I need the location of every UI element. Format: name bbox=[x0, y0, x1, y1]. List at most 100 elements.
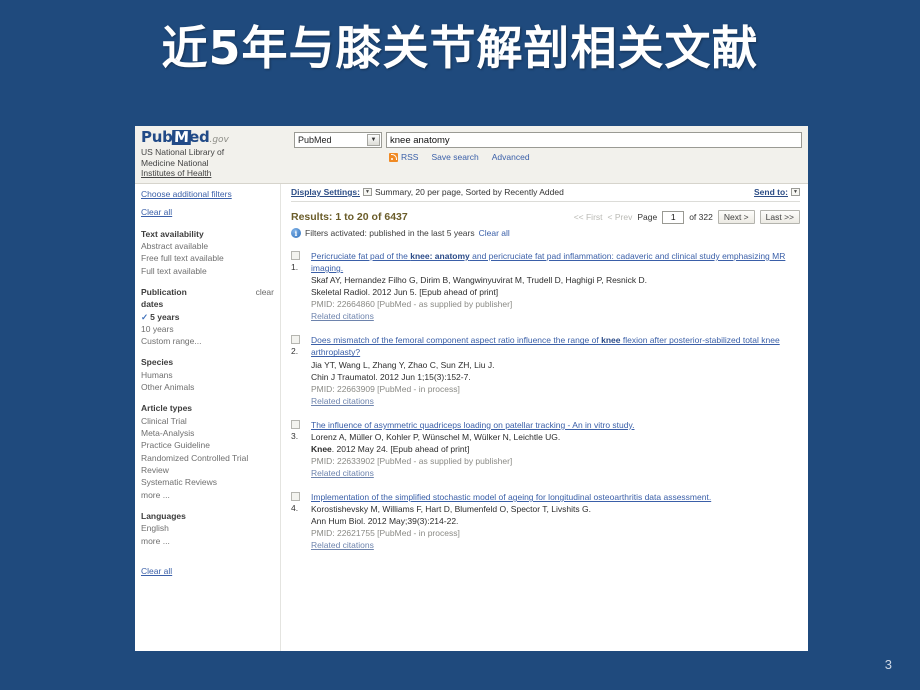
search-zone: PubMed ▼ knee anatomy RSS Save search Ad… bbox=[286, 130, 802, 180]
clear-all-link-top[interactable]: Clear all bbox=[141, 206, 274, 218]
display-settings-control[interactable]: Display Settings: ▼ Summary, 20 per page… bbox=[291, 187, 564, 197]
result-title-pre: Pericruciate fat pad of the bbox=[311, 251, 411, 261]
chevron-down-icon[interactable]: ▼ bbox=[362, 188, 372, 196]
search-links: RSS Save search Advanced bbox=[389, 152, 802, 162]
pubmed-screenshot: PubMed.gov US National Library of Medici… bbox=[135, 126, 808, 651]
related-citations-link[interactable]: Related citations bbox=[311, 539, 800, 551]
filter-item-full-text-available[interactable]: Full text available bbox=[141, 265, 274, 277]
filters-activated-notice: i Filters activated: published in the la… bbox=[291, 228, 800, 238]
filter-heading: Publication dates clear bbox=[141, 286, 274, 311]
filters-activated-text: Filters activated: published in the last… bbox=[305, 228, 475, 238]
first-page-button: << First bbox=[573, 212, 603, 222]
filter-item-meta-analysis[interactable]: Meta-Analysis bbox=[141, 427, 274, 439]
result-checkbox[interactable] bbox=[291, 335, 300, 345]
filter-item-languages-more[interactable]: more ... bbox=[141, 535, 274, 547]
result-authors: Jia YT, Wang L, Zhang Y, Zhao C, Sun ZH,… bbox=[311, 359, 495, 370]
result-journal-text: Chin J Traumatol. 2012 Jun 1;15(3):152-7… bbox=[311, 371, 471, 382]
clear-publication-dates-link[interactable]: clear bbox=[256, 286, 274, 298]
advanced-search-link[interactable]: Advanced bbox=[492, 152, 530, 162]
page-number-input[interactable]: 1 bbox=[662, 210, 685, 224]
result-title-link[interactable]: The influence of asymmetric quadriceps l… bbox=[311, 419, 800, 431]
filter-item-article-types-more[interactable]: more ... bbox=[141, 489, 274, 501]
result-content: Implementation of the simplified stochas… bbox=[311, 491, 800, 551]
result-number: 4. bbox=[291, 503, 299, 514]
filter-item-abstract-available[interactable]: Abstract available bbox=[141, 240, 274, 252]
related-citations-link[interactable]: Related citations bbox=[311, 310, 800, 322]
filter-heading-label: Languages bbox=[141, 510, 186, 521]
logo-pub-text: Pub bbox=[141, 128, 173, 146]
filter-item-review[interactable]: Review bbox=[141, 464, 274, 476]
last-page-button[interactable]: Last >> bbox=[759, 210, 800, 224]
rss-label: RSS bbox=[401, 152, 419, 162]
clear-all-link-bottom[interactable]: Clear all bbox=[141, 565, 274, 577]
save-search-link[interactable]: Save search bbox=[431, 152, 478, 162]
filter-item-5-years[interactable]: 5 years bbox=[149, 311, 274, 323]
send-to-control[interactable]: Send to: ▼ bbox=[754, 187, 800, 197]
result-authors: Korostishevsky M, Williams F, Hart D, Bl… bbox=[311, 504, 591, 515]
rss-link[interactable]: RSS bbox=[389, 152, 418, 162]
search-input-value: knee anatomy bbox=[390, 134, 450, 146]
related-citations-link[interactable]: Related citations bbox=[311, 467, 800, 479]
filter-heading: Article types bbox=[141, 402, 274, 414]
filter-group-species: Species Humans Other Animals bbox=[141, 356, 274, 393]
result-number: 2. bbox=[291, 346, 299, 357]
database-select-value: PubMed bbox=[298, 135, 332, 145]
database-select[interactable]: PubMed ▼ bbox=[294, 132, 382, 148]
result-authors: Skaf AY, Hernandez Filho G, Dirim B, Wan… bbox=[311, 275, 648, 286]
filter-heading: Species bbox=[141, 356, 274, 368]
result-journal-text: Skeletal Radiol. 2012 Jun 5. [Epub ahead… bbox=[311, 287, 499, 298]
result-gutter: 1. bbox=[291, 250, 311, 322]
result-title-pre: Implementation of the simplified stochas… bbox=[311, 492, 712, 503]
display-settings-label: Display Settings: bbox=[291, 187, 360, 197]
filter-item-practice-guideline[interactable]: Practice Guideline bbox=[141, 439, 274, 451]
filter-item-other-animals[interactable]: Other Animals bbox=[141, 381, 274, 393]
result-title-link[interactable]: Pericruciate fat pad of the knee: anatom… bbox=[311, 250, 800, 274]
filter-item-systematic-reviews[interactable]: Systematic Reviews bbox=[141, 476, 274, 488]
pagination: << First < Prev Page 1 of 322 Next > Las… bbox=[574, 210, 800, 224]
result-item: 3. The influence of asymmetric quadricep… bbox=[291, 419, 800, 479]
result-checkbox[interactable] bbox=[291, 419, 300, 429]
filter-item-english[interactable]: English bbox=[141, 522, 274, 534]
result-title-highlight: knee bbox=[601, 335, 621, 346]
filter-item-clinical-trial[interactable]: Clinical Trial bbox=[141, 415, 274, 427]
filter-item-custom-range[interactable]: Custom range... bbox=[141, 335, 274, 347]
result-title-link[interactable]: Implementation of the simplified stochas… bbox=[311, 491, 800, 503]
result-number: 1. bbox=[291, 262, 299, 272]
search-input[interactable]: knee anatomy bbox=[386, 132, 802, 148]
total-pages-label: of 322 bbox=[689, 212, 713, 222]
result-checkbox[interactable] bbox=[291, 251, 300, 260]
filter-item-humans[interactable]: Humans bbox=[141, 369, 274, 381]
logo-gov-suffix: .gov bbox=[209, 135, 229, 145]
filter-heading: Languages bbox=[141, 510, 274, 522]
result-content: Does mismatch of the femoral component a… bbox=[311, 334, 800, 406]
result-journal: Chin J Traumatol. 2012 Jun 1;15(3):152-7… bbox=[311, 371, 800, 383]
result-journal: Ann Hum Biol. 2012 May;39(3):214-22. bbox=[311, 515, 800, 527]
filter-item-10-years[interactable]: 10 years bbox=[141, 323, 274, 335]
result-item: 1. Pericruciate fat pad of the knee: ana… bbox=[291, 250, 800, 322]
results-panel: Display Settings: ▼ Summary, 20 per page… bbox=[280, 184, 808, 651]
related-citations-link[interactable]: Related citations bbox=[311, 395, 800, 407]
choose-additional-filters-link[interactable]: Choose additional filters bbox=[141, 188, 274, 200]
result-gutter: 3. bbox=[291, 419, 311, 479]
result-journal: Knee. 2012 May 24. [Epub ahead of print] bbox=[311, 443, 800, 455]
filter-group-text-availability: Text availability Abstract available Fre… bbox=[141, 228, 274, 277]
logo-m-box: M bbox=[171, 128, 191, 146]
filter-item-randomized-controlled-trial[interactable]: Randomized Controlled Trial bbox=[141, 452, 274, 464]
filter-item-free-full-text-available[interactable]: Free full text available bbox=[141, 252, 274, 264]
result-journal-text: Ann Hum Biol. 2012 May;39(3):214-22. bbox=[311, 516, 459, 527]
chevron-down-icon[interactable]: ▼ bbox=[367, 134, 380, 146]
result-item: 2. Does mismatch of the femoral componen… bbox=[291, 334, 800, 406]
next-page-button[interactable]: Next > bbox=[717, 210, 755, 224]
pubmed-body: Choose additional filters Clear all Text… bbox=[135, 184, 808, 651]
agency-line-1: US National Library of bbox=[141, 147, 225, 157]
result-checkbox[interactable] bbox=[291, 492, 300, 502]
result-title-link[interactable]: Does mismatch of the femoral component a… bbox=[311, 334, 800, 358]
results-count: Results: 1 to 20 of 6437 bbox=[291, 211, 408, 223]
filter-group-publication-dates: Publication dates clear 5 years 10 years… bbox=[141, 286, 274, 348]
filter-heading-label: Article types bbox=[141, 403, 193, 414]
page-label: Page bbox=[637, 212, 658, 222]
filter-heading: Text availability bbox=[141, 228, 274, 240]
pubmed-logo[interactable]: PubMed.gov bbox=[141, 128, 286, 146]
filters-clear-all-link[interactable]: Clear all bbox=[479, 228, 510, 238]
chevron-down-icon[interactable]: ▼ bbox=[791, 188, 800, 196]
